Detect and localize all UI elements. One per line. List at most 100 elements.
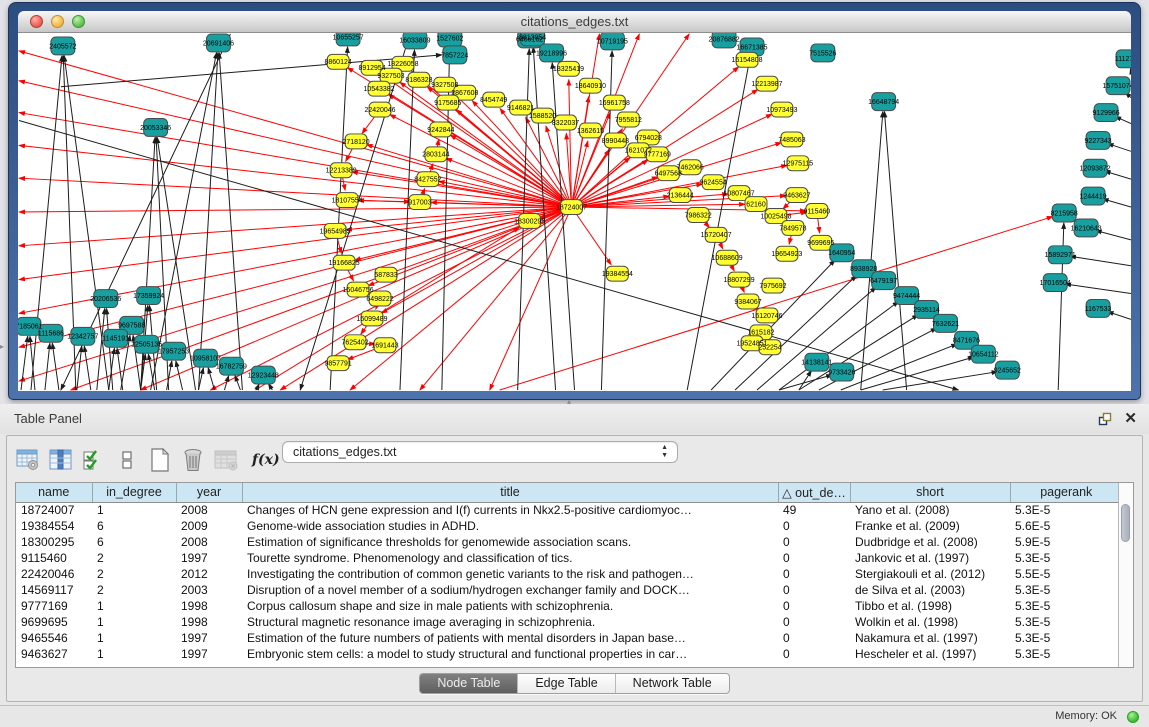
table-cell[interactable]: 9777169 <box>16 598 92 614</box>
table-cell[interactable]: 0 <box>778 646 850 662</box>
graph-edge[interactable] <box>884 112 906 390</box>
table-row[interactable]: 1456911722003Disruption of a novel membe… <box>16 582 1122 598</box>
column-header-out_de[interactable]: △ out_de… <box>778 483 850 502</box>
column-header-year[interactable]: year <box>176 483 242 502</box>
table-cell[interactable]: 2012 <box>176 566 242 582</box>
tab-edge-table[interactable]: Edge Table <box>517 674 614 693</box>
graph-edge[interactable] <box>19 145 572 207</box>
close-panel-icon[interactable]: ✕ <box>1124 411 1137 427</box>
graph-edge[interactable] <box>1065 284 1131 294</box>
table-cell[interactable]: 5.3E-5 <box>1010 614 1122 630</box>
table-cell[interactable]: Franke et al. (2009) <box>850 518 1010 534</box>
function-builder-icon[interactable]: f(x) <box>252 452 280 468</box>
table-cell[interactable]: 9699695 <box>16 614 92 630</box>
table-cell[interactable]: 0 <box>778 598 850 614</box>
graph-edge[interactable] <box>861 112 883 390</box>
graph-edge[interactable] <box>52 343 59 390</box>
table-cell[interactable]: 9465546 <box>16 630 92 646</box>
graph-edge[interactable] <box>19 51 572 207</box>
sidebar-collapse-arrow[interactable]: ▸ <box>0 342 4 351</box>
table-cell[interactable]: Yano et al. (2008) <box>850 502 1010 518</box>
graph-edge[interactable] <box>1130 69 1131 71</box>
table-cell[interactable]: Tourette syndrome. Phenomenology and cla… <box>242 550 778 566</box>
graph-edge[interactable] <box>268 384 272 390</box>
float-panel-icon[interactable] <box>1098 412 1112 426</box>
table-cell[interactable]: 18724007 <box>16 502 92 518</box>
table-cell[interactable]: 1997 <box>176 630 242 646</box>
table-cell[interactable]: 6 <box>92 518 176 534</box>
table-cell[interactable]: 1 <box>92 502 176 518</box>
table-cell[interactable]: Stergiakouli et al. (2012) <box>850 566 1010 582</box>
table-cell[interactable]: 5.3E-5 <box>1010 598 1122 614</box>
table-cell[interactable]: 2003 <box>176 582 242 598</box>
table-row[interactable]: 1938455462009Genome-wide association stu… <box>16 518 1122 534</box>
graph-edge[interactable] <box>235 375 240 390</box>
table-cell[interactable]: Wolkin et al. (1998) <box>850 614 1010 630</box>
table-cell[interactable]: 2 <box>92 550 176 566</box>
table-cell[interactable]: 1 <box>92 614 176 630</box>
table-row[interactable]: 946362711997Embryonic stem cells: a mode… <box>16 646 1122 662</box>
table-cell[interactable]: 0 <box>778 534 850 550</box>
table-cell[interactable]: 1997 <box>176 550 242 566</box>
table-cell[interactable]: 2 <box>92 566 176 582</box>
window-titlebar[interactable]: citations_edges.txt <box>18 11 1131 33</box>
table-cell[interactable]: 2 <box>92 582 176 598</box>
table-cell[interactable]: 1998 <box>176 598 242 614</box>
table-cell[interactable]: 6 <box>92 534 176 550</box>
table-cell[interactable]: Estimation of the future numbers of pati… <box>242 630 778 646</box>
table-cell[interactable]: 5.3E-5 <box>1010 550 1122 566</box>
table-row[interactable]: 911546021997Tourette syndrome. Phenomeno… <box>16 550 1122 566</box>
table-cell[interactable]: 0 <box>778 518 850 534</box>
table-cell[interactable]: 5.5E-5 <box>1010 566 1122 582</box>
table-settings-icon[interactable] <box>15 448 41 472</box>
graph-edge[interactable] <box>500 217 1053 390</box>
table-cell[interactable]: 0 <box>778 566 850 582</box>
graph-edge[interactable] <box>208 368 214 390</box>
graph-edge[interactable] <box>219 53 242 390</box>
table-row[interactable]: 1830029562008Estimation of significance … <box>16 534 1122 550</box>
graph-edge[interactable] <box>19 207 572 280</box>
column-header-title[interactable]: title <box>242 483 778 502</box>
table-cell[interactable]: Dudbridge et al. (2008) <box>850 534 1010 550</box>
column-header-in_degree[interactable]: in_degree <box>92 483 176 502</box>
graph-edge[interactable] <box>1070 256 1131 265</box>
column-visibility-icon[interactable] <box>48 448 74 472</box>
table-cell[interactable]: Disruption of a novel member of a sodium… <box>242 582 778 598</box>
network-svg[interactable]: 2405572206914061065525716033809152760278… <box>18 33 1131 391</box>
table-select-dropdown[interactable]: citations_edges.txt ▲▼ <box>282 441 678 463</box>
table-cell[interactable]: 19384554 <box>16 518 92 534</box>
table-cell[interactable]: Jankovic et al. (1997) <box>850 550 1010 566</box>
table-cell[interactable]: 2008 <box>176 502 242 518</box>
table-cell[interactable]: 5.3E-5 <box>1010 630 1122 646</box>
table-cell[interactable]: Corpus callosum shape and size in male p… <box>242 598 778 614</box>
table-cell[interactable]: 5.6E-5 <box>1010 518 1122 534</box>
graph-edge[interactable] <box>19 207 572 212</box>
column-header-short[interactable]: short <box>850 483 1010 502</box>
vertical-scrollbar[interactable] <box>1118 483 1133 667</box>
table-cell[interactable]: 0 <box>778 614 850 630</box>
graph-edge[interactable] <box>490 207 572 390</box>
graph-edge[interactable] <box>19 207 572 347</box>
table-cell[interactable]: Changes of HCN gene expression and I(f) … <box>242 502 778 518</box>
row-height-icon[interactable] <box>114 448 140 472</box>
table-cell[interactable]: 9463627 <box>16 646 92 662</box>
table-cell[interactable]: 0 <box>778 550 850 566</box>
graph-edge[interactable] <box>21 336 28 390</box>
table-row[interactable]: 946554611997Estimation of the future num… <box>16 630 1122 646</box>
graph-edge[interactable] <box>117 348 123 390</box>
graph-edge[interactable] <box>390 115 572 207</box>
column-header-name[interactable]: name <box>16 483 92 502</box>
table-cell[interactable]: 1 <box>92 598 176 614</box>
table-cell[interactable]: 9115460 <box>16 550 92 566</box>
table-row[interactable]: 2242004622012Investigating the contribut… <box>16 566 1122 582</box>
table-cell[interactable]: 14569117 <box>16 582 92 598</box>
table-cell[interactable]: 5.9E-5 <box>1010 534 1122 550</box>
network-canvas[interactable]: 2405572206914061065525716033809152760278… <box>18 33 1131 391</box>
table-row[interactable]: 1872400712008Changes of HCN gene express… <box>16 502 1122 518</box>
graph-edge[interactable] <box>77 346 82 390</box>
column-header-pagerank[interactable]: pagerank <box>1010 483 1122 502</box>
table-cell[interactable]: 18300295 <box>16 534 92 550</box>
table-cell[interactable]: Structural magnetic resonance image aver… <box>242 614 778 630</box>
table-cell[interactable]: 1998 <box>176 614 242 630</box>
table-cell[interactable]: Tibbo et al. (1998) <box>850 598 1010 614</box>
